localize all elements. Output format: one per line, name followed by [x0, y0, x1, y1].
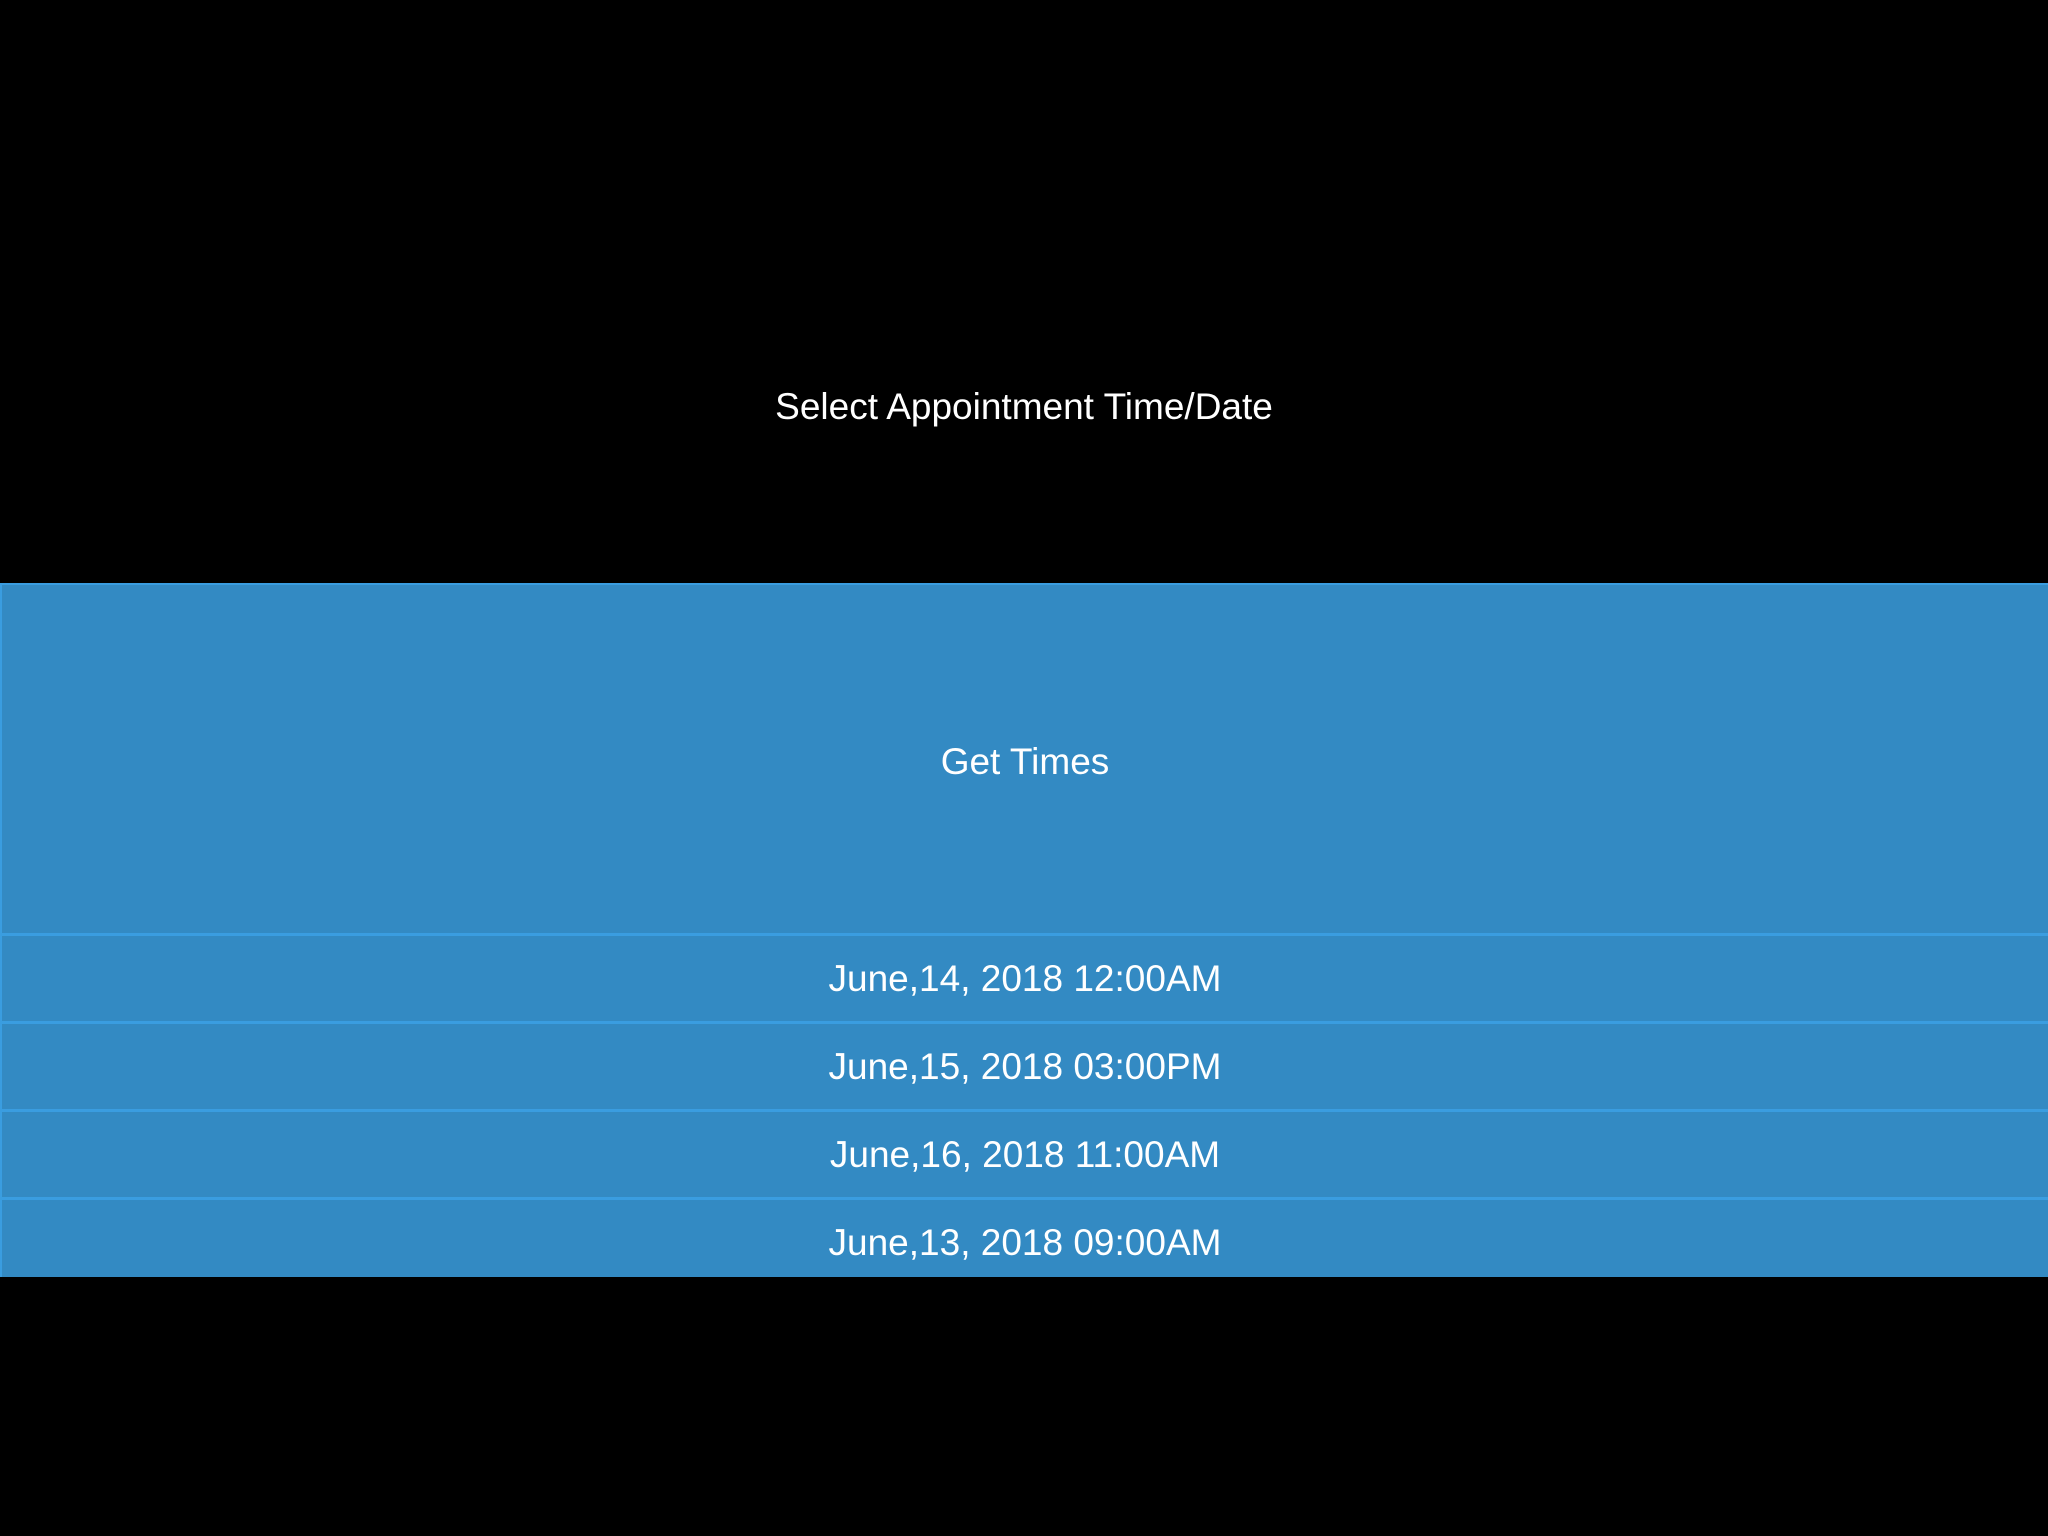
appointment-panel: Get Times June,14, 2018 12:00AM June,15,… [0, 583, 2048, 1277]
time-slot-label: June,13, 2018 09:00AM [828, 1221, 1222, 1263]
time-slot-list: June,14, 2018 12:00AM June,15, 2018 03:0… [2, 936, 2048, 1277]
time-slot-label: June,14, 2018 12:00AM [828, 957, 1222, 999]
time-slot-label: June,15, 2018 03:00PM [828, 1045, 1222, 1087]
page-title: Select Appointment Time/Date [775, 386, 1273, 427]
time-slot-item[interactable]: June,13, 2018 09:00AM [2, 1200, 2048, 1277]
time-slot-item[interactable]: June,14, 2018 12:00AM [2, 936, 2048, 1024]
get-times-button[interactable]: Get Times [2, 585, 2048, 936]
time-slot-item[interactable]: June,16, 2018 11:00AM [2, 1112, 2048, 1200]
get-times-label: Get Times [940, 741, 1110, 782]
appointment-screen: Select Appointment Time/Date Get Times J… [0, 0, 2048, 1536]
time-slot-label: June,16, 2018 11:00AM [829, 1133, 1221, 1175]
time-slot-item[interactable]: June,15, 2018 03:00PM [2, 1024, 2048, 1112]
